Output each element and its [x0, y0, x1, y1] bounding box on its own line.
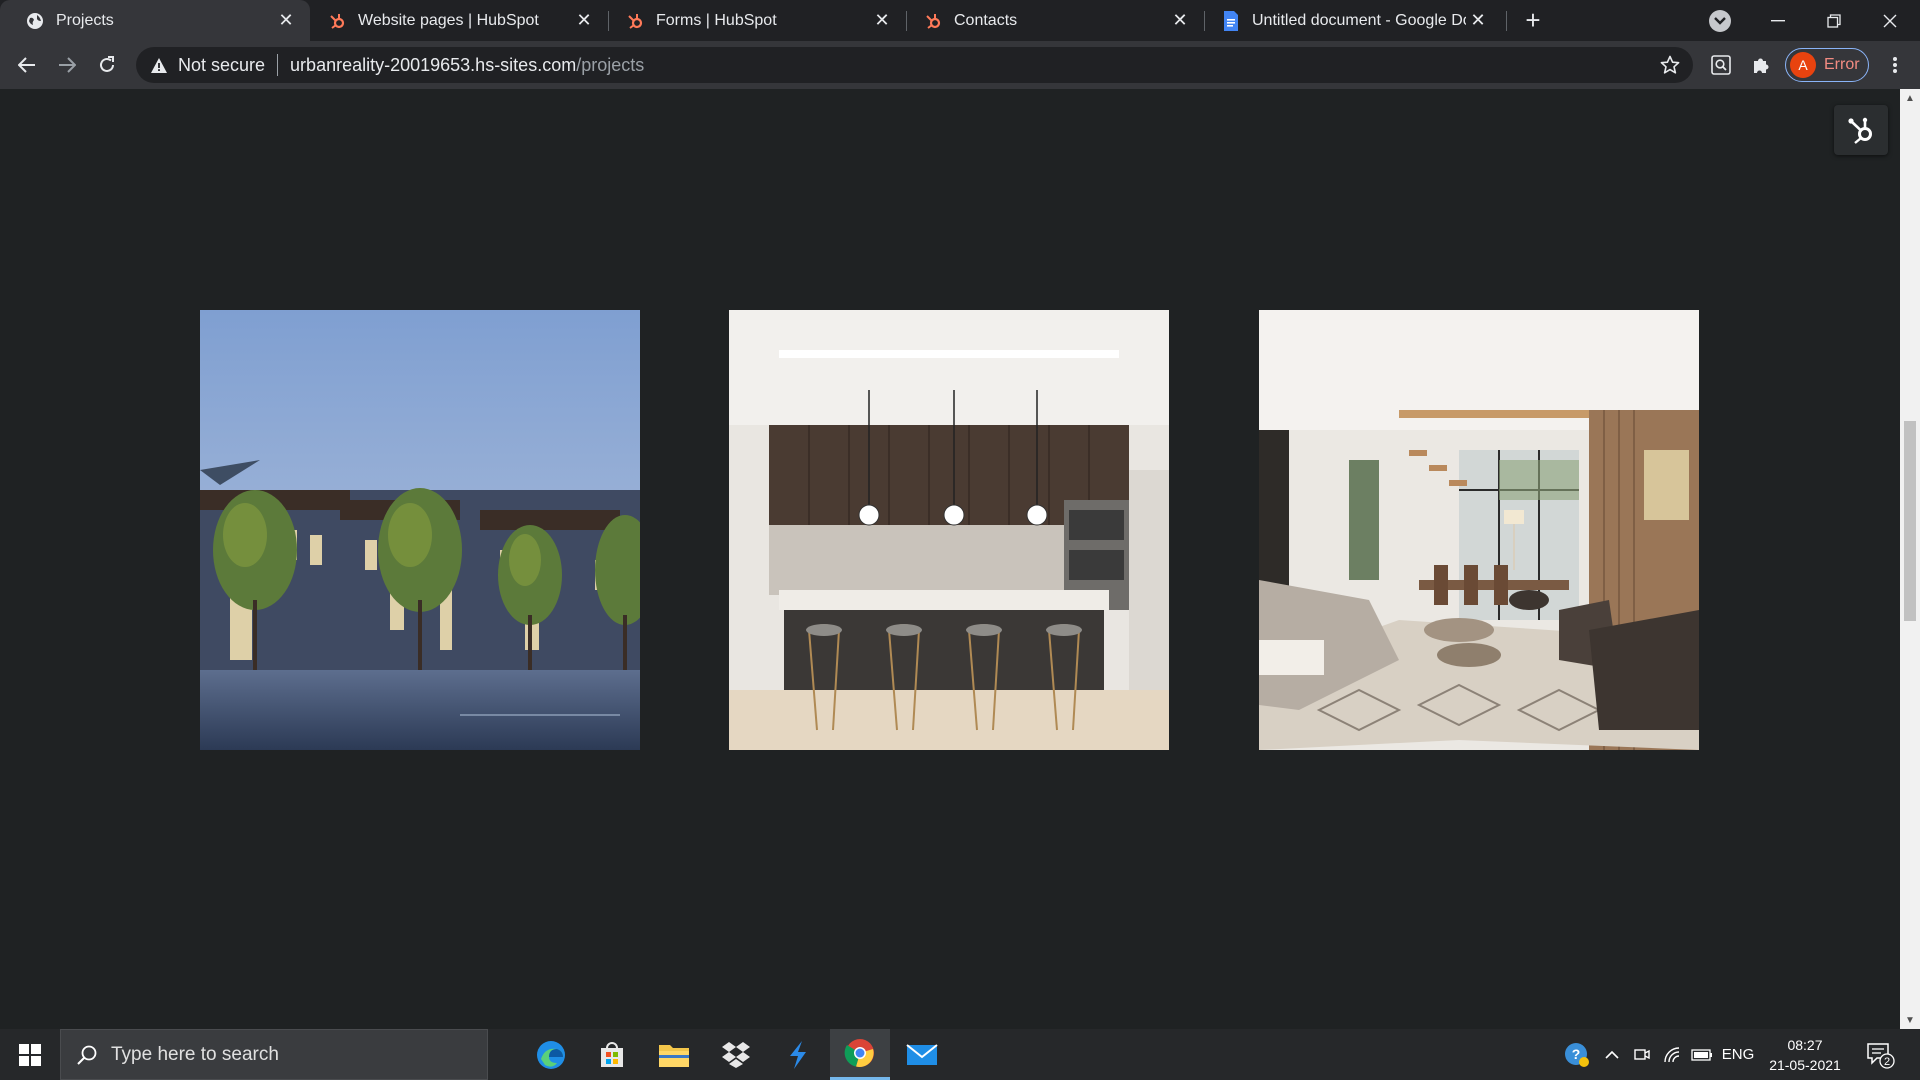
address-divider: [277, 54, 279, 76]
tab-title: Untitled document - Google Docs: [1252, 11, 1466, 29]
avatar: A: [1790, 52, 1816, 78]
taskbar-mail[interactable]: [892, 1029, 952, 1080]
reload-button[interactable]: [92, 50, 122, 80]
close-icon[interactable]: ✕: [1168, 9, 1192, 33]
profile-status: Error: [1824, 56, 1860, 73]
back-button[interactable]: [12, 50, 42, 80]
minimize-icon: [1771, 19, 1785, 21]
taskbar-app-bolt[interactable]: [768, 1029, 828, 1080]
close-icon[interactable]: ✕: [572, 9, 596, 33]
kebab-menu-icon: [1893, 57, 1897, 73]
search-icon: [75, 1043, 99, 1067]
tab-projects[interactable]: Projects ✕: [0, 0, 310, 41]
folder-icon: [659, 1044, 689, 1067]
kitchen-interior-illustration: [729, 310, 1169, 750]
living-room-interior-illustration: [1259, 310, 1699, 750]
taskbar-file-explorer[interactable]: [644, 1029, 704, 1080]
bookmark-star-icon[interactable]: [1659, 54, 1681, 76]
clock-time: 08:27: [1787, 1037, 1823, 1053]
url-path[interactable]: /projects: [576, 55, 644, 76]
dropbox-icon: [722, 1041, 750, 1068]
restore-button[interactable]: [1806, 0, 1862, 41]
windows-taskbar: Type here to search ? ENG 08:27 21-05-20…: [0, 1029, 1920, 1080]
project-image-townhouse-exterior[interactable]: [200, 310, 640, 750]
tab-contacts[interactable]: Contacts ✕: [898, 0, 1204, 41]
forward-button[interactable]: [52, 50, 82, 80]
windows-logo-icon: [19, 1043, 41, 1066]
lightning-icon: [790, 1040, 806, 1069]
project-image-living-room-interior[interactable]: [1259, 310, 1699, 750]
tab-search-button[interactable]: [1709, 10, 1731, 32]
browser-toolbar: Not secure urbanreality-20019653.hs-site…: [0, 41, 1920, 89]
close-icon[interactable]: ✕: [870, 9, 894, 33]
web-page: [0, 89, 1900, 1029]
notification-center-button[interactable]: 2: [1862, 1039, 1898, 1071]
store-bag-icon: [601, 1041, 623, 1067]
url-host[interactable]: urbanreality-20019653.hs-sites.com: [290, 55, 576, 76]
edge-icon: [537, 1040, 565, 1069]
page-scrollbar[interactable]: ▲ ▼: [1900, 89, 1920, 1029]
tab-title: Projects: [56, 11, 114, 29]
taskbar-store[interactable]: [582, 1029, 642, 1080]
input-language[interactable]: ENG: [1718, 1029, 1758, 1080]
close-icon: [1883, 14, 1897, 27]
system-clock[interactable]: 08:27 21-05-2021: [1760, 1035, 1850, 1075]
notification-count: 2: [1884, 1056, 1890, 1068]
start-button[interactable]: [0, 1029, 60, 1080]
reload-icon: [100, 56, 114, 72]
taskbar-edge[interactable]: [521, 1029, 581, 1080]
wifi-icon[interactable]: [1658, 1029, 1686, 1080]
security-label[interactable]: Not secure: [178, 55, 265, 76]
help-icon[interactable]: ?: [1560, 1029, 1594, 1080]
hubspot-icon: [1848, 117, 1872, 144]
browser-menu-button[interactable]: [1880, 50, 1910, 80]
chrome-icon: [844, 1039, 874, 1067]
scroll-up-arrow-icon[interactable]: ▲: [1900, 89, 1920, 107]
taskbar-dropbox[interactable]: [706, 1029, 766, 1080]
townhouse-exterior-illustration: [200, 310, 640, 750]
meet-now-icon[interactable]: [1628, 1029, 1656, 1080]
address-bar[interactable]: Not secure urbanreality-20019653.hs-site…: [136, 47, 1693, 83]
notification-icon: 2: [1867, 1043, 1895, 1069]
hubspot-icon: [328, 12, 346, 30]
lens-search-icon[interactable]: [1710, 54, 1732, 76]
warning-icon[interactable]: [150, 56, 168, 74]
google-docs-icon: [1222, 10, 1240, 31]
chevron-down-icon: [1714, 17, 1726, 25]
clock-date: 21-05-2021: [1769, 1057, 1841, 1073]
hubspot-icon: [924, 12, 942, 30]
scrollbar-thumb[interactable]: [1904, 421, 1916, 621]
battery-icon[interactable]: [1688, 1029, 1716, 1080]
restore-icon: [1827, 13, 1841, 28]
tab-forms[interactable]: Forms | HubSpot ✕: [600, 0, 906, 41]
tab-divider: [1506, 11, 1507, 31]
taskbar-chrome[interactable]: [830, 1029, 890, 1080]
project-image-kitchen-interior[interactable]: [729, 310, 1169, 750]
tab-google-docs[interactable]: Untitled document - Google Docs ✕: [1196, 0, 1502, 41]
tab-title: Website pages | HubSpot: [358, 11, 539, 29]
svg-text:?: ?: [1572, 1046, 1581, 1062]
search-placeholder: Type here to search: [111, 1043, 279, 1065]
profile-button[interactable]: A Error: [1785, 48, 1869, 82]
new-tab-button[interactable]: +: [1520, 7, 1546, 34]
mail-icon: [906, 1043, 938, 1065]
show-hidden-icons-chevron-icon[interactable]: [1598, 1029, 1626, 1080]
hubspot-icon: [626, 12, 644, 30]
scroll-down-arrow-icon[interactable]: ▼: [1900, 1011, 1920, 1029]
arrow-left-icon: [18, 57, 35, 73]
tab-website-pages[interactable]: Website pages | HubSpot ✕: [302, 0, 608, 41]
extensions-puzzle-icon[interactable]: [1750, 54, 1772, 76]
tab-title: Contacts: [954, 11, 1018, 29]
close-icon[interactable]: ✕: [274, 9, 298, 33]
arrow-right-icon: [59, 57, 76, 73]
hubspot-sprocket-button[interactable]: [1834, 105, 1888, 155]
tab-strip: Projects ✕ Website pages | HubSpot ✕ For…: [0, 0, 1920, 41]
tab-title: Forms | HubSpot: [656, 11, 777, 29]
minimize-button[interactable]: [1750, 0, 1806, 41]
taskbar-search-box[interactable]: Type here to search: [60, 1029, 488, 1080]
close-window-button[interactable]: [1862, 0, 1918, 41]
globe-icon: [26, 12, 44, 30]
close-icon[interactable]: ✕: [1466, 9, 1490, 33]
